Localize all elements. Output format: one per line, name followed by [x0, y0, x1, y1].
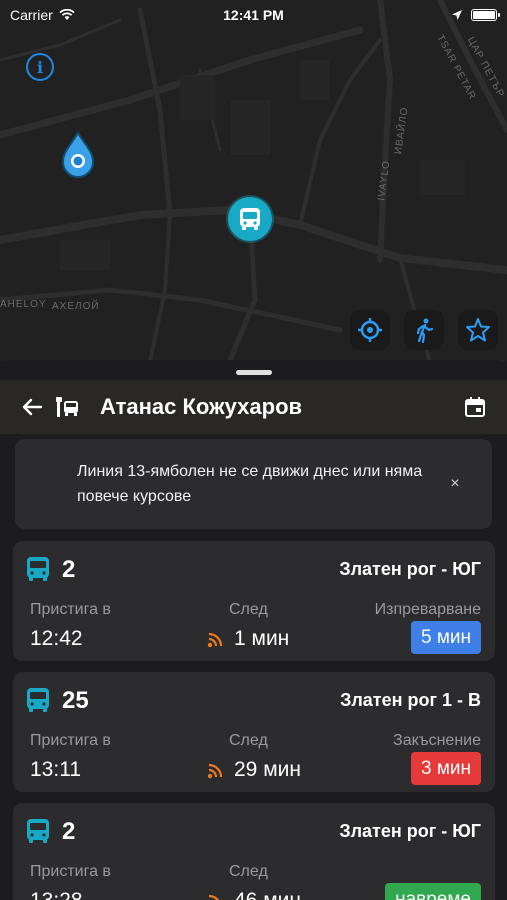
bottom-sheet: Атанас Кожухаров Линия 13-ямболен не се …: [0, 360, 507, 900]
arrive-time: 13:11: [30, 758, 81, 781]
service-notice: Линия 13-ямболен не се движи днес или ня…: [15, 439, 492, 529]
arrival-card[interactable]: 25 Златен рог 1 - В Пристига в 13:11 Сле…: [13, 672, 495, 792]
status-badge: навреме: [385, 883, 481, 900]
calendar-icon: [465, 397, 485, 417]
realtime-signal-icon: [208, 894, 220, 900]
bus-icon: [240, 208, 260, 230]
bus-marker[interactable]: [228, 197, 272, 241]
line-number: 2: [62, 818, 76, 845]
walking-button[interactable]: [404, 310, 444, 350]
status-badge: 3 мин: [410, 752, 481, 785]
arrive-time: 12:42: [30, 627, 83, 650]
line-number: 25: [62, 687, 89, 714]
next-label: След: [229, 732, 268, 749]
crosshair-icon: [358, 318, 382, 342]
status-bar: Carrier 12:41 PM: [0, 0, 507, 30]
info-icon[interactable]: i: [26, 53, 54, 81]
next-label: След: [229, 601, 268, 618]
star-icon: [466, 318, 490, 342]
arrive-label: Пристига в: [30, 601, 111, 618]
stop-header: Атанас Кожухаров: [0, 380, 507, 434]
street-label: AHELOY: [0, 299, 47, 310]
destination: Златен рог - ЮГ: [339, 559, 481, 579]
arrivals-list: 2 Златен рог - ЮГ Пристига в 12:42 След …: [13, 541, 495, 900]
arrival-card[interactable]: 2 Златен рог - ЮГ Пристига в 13:28 След …: [13, 803, 495, 900]
bus-stop-icon: [56, 396, 86, 418]
arrive-label: Пристига в: [30, 863, 111, 880]
favorite-button[interactable]: [458, 310, 498, 350]
clock: 12:41 PM: [223, 7, 284, 23]
status-label: Закъснение: [393, 732, 481, 749]
line-number: 2: [62, 556, 76, 583]
carrier-label: Carrier: [10, 7, 53, 23]
next-value-wrap: 46 мин: [206, 889, 301, 900]
bus-icon: [27, 557, 49, 581]
bus-icon: [27, 688, 49, 712]
close-icon[interactable]: ×: [444, 473, 466, 495]
destination: Златен рог 1 - В: [340, 690, 481, 710]
wifi-icon: [59, 9, 75, 20]
map-view[interactable]: ЦАР ПЕТЪР TSAR PETAR ИВАЙЛО IVAYLO AHELO…: [0, 0, 507, 362]
schedule-button[interactable]: [461, 393, 489, 421]
location-arrow-icon: [451, 10, 462, 20]
arrival-card[interactable]: 2 Златен рог - ЮГ Пристига в 12:42 След …: [13, 541, 495, 661]
arrive-time: 13:28: [30, 889, 83, 900]
bus-icon: [27, 819, 49, 843]
next-value-wrap: 29 мин: [206, 758, 301, 782]
next-value: 46 мин: [234, 889, 301, 900]
arrive-label: Пристига в: [30, 732, 111, 749]
destination: Златен рог - ЮГ: [339, 821, 481, 841]
next-label: След: [229, 863, 268, 880]
battery-icon: [470, 9, 500, 21]
next-value-wrap: 1 мин: [206, 627, 289, 651]
walking-person-icon: [416, 318, 434, 343]
next-value: 29 мин: [234, 758, 301, 781]
back-button[interactable]: [18, 393, 46, 421]
next-value: 1 мин: [234, 627, 290, 650]
notice-text: Линия 13-ямболен не се движи днес или ня…: [77, 463, 423, 505]
realtime-signal-icon: [207, 763, 223, 779]
realtime-signal-icon: [207, 632, 223, 648]
sheet-drag-handle[interactable]: [236, 370, 272, 375]
back-arrow-icon: [22, 398, 43, 416]
street-label: АХЕЛОЙ: [52, 301, 100, 312]
status-badge: 5 мин: [410, 621, 481, 654]
user-location-pin: [58, 130, 98, 180]
stop-title: Атанас Кожухаров: [100, 394, 303, 419]
crosshair-button[interactable]: [350, 310, 390, 350]
status-label: Изпреварване: [374, 601, 481, 618]
